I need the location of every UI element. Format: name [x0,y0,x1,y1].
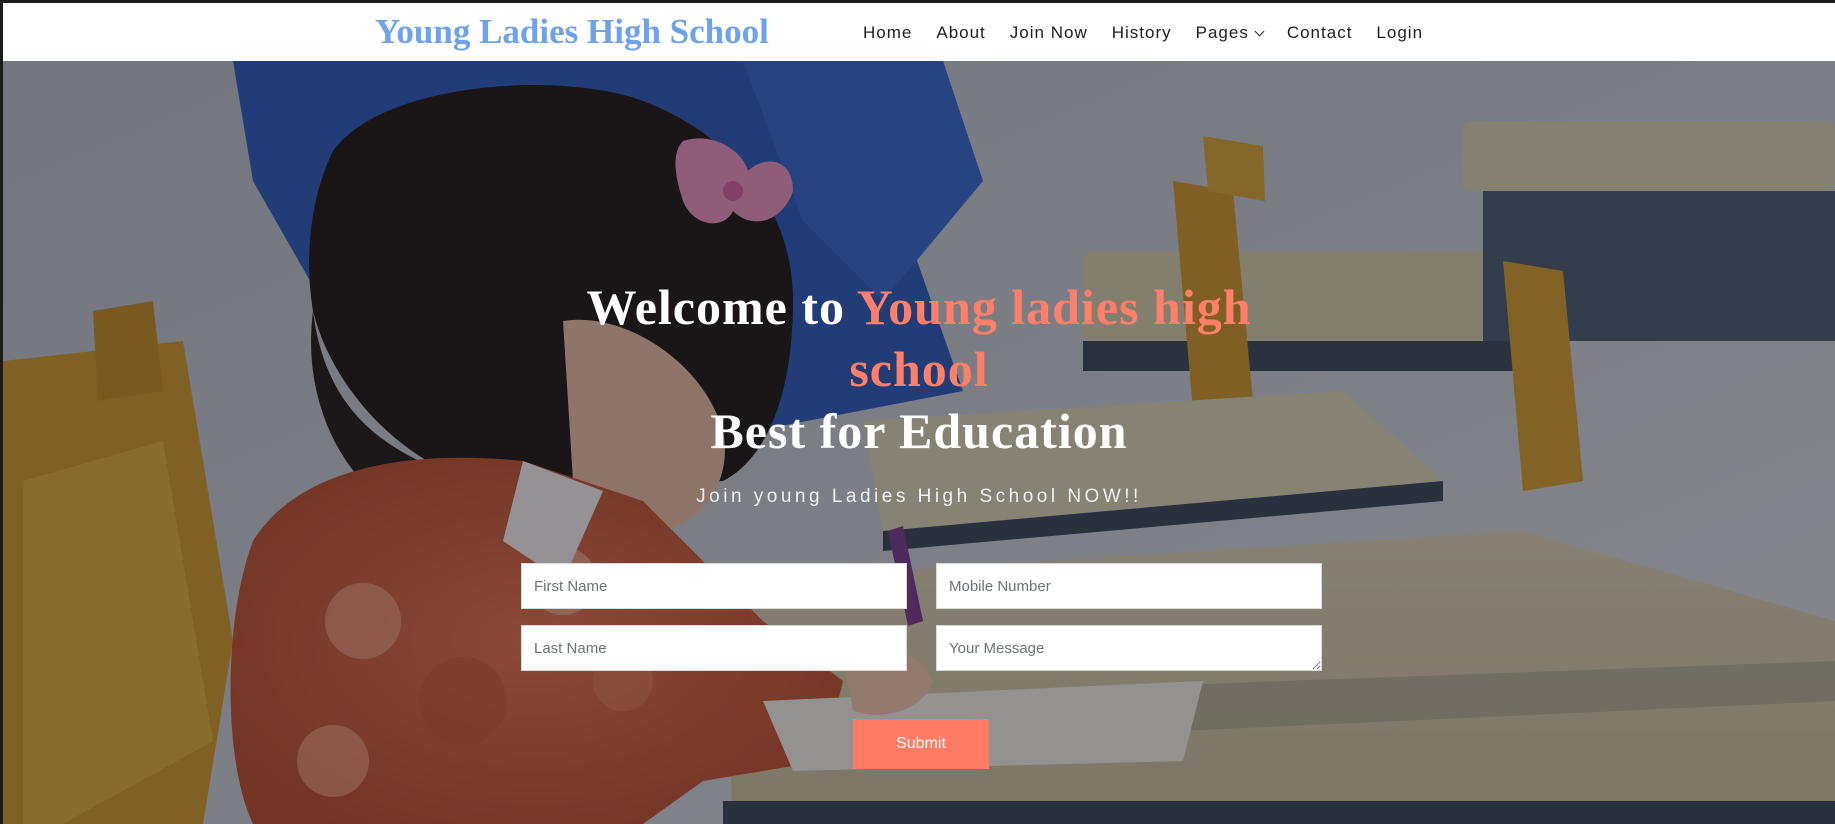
main-nav: Home About Join Now History Pages Contac… [863,23,1423,43]
nav-about[interactable]: About [936,23,985,43]
nav-contact[interactable]: Contact [1287,23,1353,43]
nav-history[interactable]: History [1112,23,1172,43]
hero-title-accent: Young ladies high [856,279,1252,335]
nav-login[interactable]: Login [1376,23,1423,43]
brand-logo[interactable]: Young Ladies High School [375,12,769,52]
message-textarea[interactable] [936,625,1322,671]
chevron-down-icon [1254,26,1265,36]
mobile-number-input[interactable] [936,563,1322,609]
last-name-input[interactable] [521,625,907,671]
nav-join-now[interactable]: Join Now [1010,23,1088,43]
hero-section: Welcome to Young ladies high school Best… [3,61,1835,824]
submit-button[interactable]: Submit [853,719,989,769]
hero-title: Welcome to Young ladies high school Best… [3,276,1835,462]
hero-title-accent-line-2: school [849,341,989,397]
nav-pages-label: Pages [1195,23,1249,42]
hero-subtitle: Join young Ladies High School NOW!! [696,486,1142,507]
first-name-input[interactable] [521,563,907,609]
hero-title-line-1: Welcome to Young ladies high [3,276,1835,338]
nav-pages[interactable]: Pages [1195,23,1265,43]
hero-title-prefix: Welcome to [586,279,857,335]
navbar: Young Ladies High School Home About Join… [3,3,1835,61]
page: Young Ladies High School Home About Join… [3,3,1835,824]
nav-home[interactable]: Home [863,23,912,43]
hero-title-line-3: Best for Education [710,403,1128,459]
